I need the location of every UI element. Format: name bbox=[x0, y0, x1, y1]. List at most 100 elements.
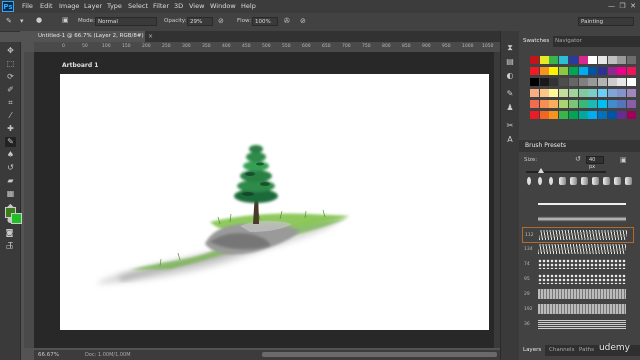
color-swatch[interactable] bbox=[597, 111, 607, 119]
color-swatch[interactable] bbox=[539, 67, 549, 75]
brush-panel-icon[interactable]: ✎ bbox=[505, 89, 515, 99]
brush-preset-row[interactable]: 112 bbox=[522, 227, 634, 243]
menu-filter[interactable]: Filter bbox=[153, 2, 169, 10]
new-preset-icon[interactable]: ▣ bbox=[620, 156, 627, 164]
tab-navigator[interactable]: Navigator bbox=[551, 36, 586, 47]
color-swatch[interactable] bbox=[530, 67, 539, 75]
color-swatch[interactable] bbox=[530, 111, 539, 119]
brush-picker-icon[interactable]: ● bbox=[36, 16, 42, 24]
color-swatch[interactable] bbox=[597, 78, 607, 86]
screen-mode-icon[interactable]: ▭ bbox=[4, 242, 15, 252]
color-swatch[interactable] bbox=[539, 89, 549, 97]
color-swatch[interactable] bbox=[617, 56, 627, 64]
menu-image[interactable]: Image bbox=[59, 2, 79, 10]
color-swatch[interactable] bbox=[578, 100, 588, 108]
artboard-label[interactable]: Artboard 1 bbox=[62, 62, 98, 69]
healing-tool-icon[interactable]: ✚ bbox=[5, 124, 16, 134]
color-swatch[interactable] bbox=[588, 89, 598, 97]
color-swatch[interactable] bbox=[539, 78, 549, 86]
tab-paths[interactable]: Paths bbox=[575, 345, 598, 356]
airbrush-icon[interactable]: ✇ bbox=[284, 17, 290, 25]
brush-tip[interactable] bbox=[579, 176, 589, 194]
chevron-down-icon[interactable]: ▾ bbox=[20, 17, 24, 25]
color-swatch[interactable] bbox=[578, 89, 588, 97]
color-swatch[interactable] bbox=[588, 111, 598, 119]
color-swatch[interactable] bbox=[597, 67, 607, 75]
color-swatch[interactable] bbox=[597, 100, 607, 108]
character-icon[interactable]: A bbox=[505, 135, 515, 145]
brush-tip-strip[interactable] bbox=[524, 176, 636, 194]
background-color[interactable] bbox=[11, 213, 22, 224]
reset-icon[interactable]: ↺ bbox=[575, 155, 581, 163]
color-swatch[interactable] bbox=[559, 111, 569, 119]
brush-tip[interactable] bbox=[612, 176, 622, 194]
eyedropper-tool-icon[interactable]: ⁄ bbox=[5, 111, 16, 121]
color-swatch[interactable] bbox=[617, 78, 627, 86]
flow-field[interactable]: 100% bbox=[252, 17, 278, 26]
color-swatch[interactable] bbox=[627, 111, 636, 119]
slider-thumb[interactable] bbox=[538, 168, 544, 173]
brush-preset-list[interactable]: 112 134 74 95 29 192 36 bbox=[522, 197, 634, 335]
color-swatch[interactable] bbox=[588, 56, 598, 64]
color-swatch[interactable] bbox=[568, 78, 578, 86]
color-swatch[interactable] bbox=[530, 100, 539, 108]
menu-file[interactable]: File bbox=[22, 2, 33, 10]
menu-window[interactable]: Window bbox=[210, 2, 236, 10]
color-swatch[interactable] bbox=[617, 67, 627, 75]
menu-layer[interactable]: Layer bbox=[84, 2, 102, 10]
color-swatch[interactable] bbox=[559, 89, 569, 97]
tab-swatches[interactable]: Swatches bbox=[519, 36, 554, 47]
color-swatch[interactable] bbox=[578, 78, 588, 86]
color-swatch[interactable] bbox=[578, 56, 588, 64]
color-swatch[interactable] bbox=[607, 111, 617, 119]
brush-preset-row[interactable] bbox=[522, 197, 632, 211]
workspace-select[interactable]: Painting bbox=[578, 17, 634, 26]
color-swatch[interactable] bbox=[549, 78, 559, 86]
artboard[interactable] bbox=[60, 74, 489, 330]
crop-tool-icon[interactable]: ⌗ bbox=[5, 98, 16, 108]
color-swatch[interactable] bbox=[559, 100, 569, 108]
color-swatch[interactable] bbox=[568, 111, 578, 119]
color-swatch[interactable] bbox=[627, 78, 636, 86]
color-swatch[interactable] bbox=[530, 56, 539, 64]
color-swatch[interactable] bbox=[539, 56, 549, 64]
color-swatch[interactable] bbox=[617, 111, 627, 119]
color-swatch[interactable] bbox=[549, 111, 559, 119]
brush-preset-row[interactable]: 74 bbox=[522, 257, 632, 271]
history-brush-tool-icon[interactable]: ↺ bbox=[5, 163, 16, 173]
color-swatch[interactable] bbox=[578, 111, 588, 119]
color-swatch[interactable] bbox=[627, 56, 636, 64]
color-swatch[interactable] bbox=[559, 78, 569, 86]
menu-select[interactable]: Select bbox=[128, 2, 148, 10]
document-info[interactable]: Doc: 1.00M/1.00M bbox=[85, 352, 131, 358]
color-swatch[interactable] bbox=[588, 67, 598, 75]
color-swatch[interactable] bbox=[549, 100, 559, 108]
brush-tip[interactable] bbox=[623, 176, 633, 194]
color-swatch[interactable] bbox=[559, 56, 569, 64]
color-swatch[interactable] bbox=[539, 100, 549, 108]
brush-tip[interactable] bbox=[601, 176, 611, 194]
brush-tip[interactable] bbox=[568, 176, 578, 194]
color-swatch[interactable] bbox=[617, 89, 627, 97]
menu-help[interactable]: Help bbox=[241, 2, 256, 10]
tab-layers[interactable]: Layers bbox=[519, 345, 546, 356]
color-swatch[interactable] bbox=[607, 78, 617, 86]
lasso-tool-icon[interactable]: ⟳ bbox=[5, 72, 16, 82]
brush-preset-row[interactable]: 29 bbox=[522, 287, 632, 301]
color-swatch[interactable] bbox=[627, 67, 636, 75]
brush-preset-row[interactable]: 95 bbox=[522, 272, 632, 286]
brush-preset-row[interactable]: 192 bbox=[522, 302, 632, 316]
eraser-tool-icon[interactable]: ▰ bbox=[5, 176, 16, 186]
brush-tip[interactable] bbox=[524, 176, 534, 194]
mode-select[interactable]: Normal bbox=[95, 17, 157, 26]
brush-tip[interactable] bbox=[546, 176, 556, 194]
color-swatch[interactable] bbox=[607, 89, 617, 97]
color-swatch[interactable] bbox=[549, 56, 559, 64]
history-icon[interactable]: ⧗ bbox=[505, 43, 515, 53]
color-swatch[interactable] bbox=[597, 56, 607, 64]
opacity-field[interactable]: 29% bbox=[187, 17, 213, 26]
window-controls[interactable]: — ❐ ✕ bbox=[608, 2, 636, 10]
tool-presets-icon[interactable]: ✂ bbox=[505, 121, 515, 131]
menu-view[interactable]: View bbox=[189, 2, 204, 10]
brush-preset-row[interactable]: 36 bbox=[522, 317, 632, 331]
